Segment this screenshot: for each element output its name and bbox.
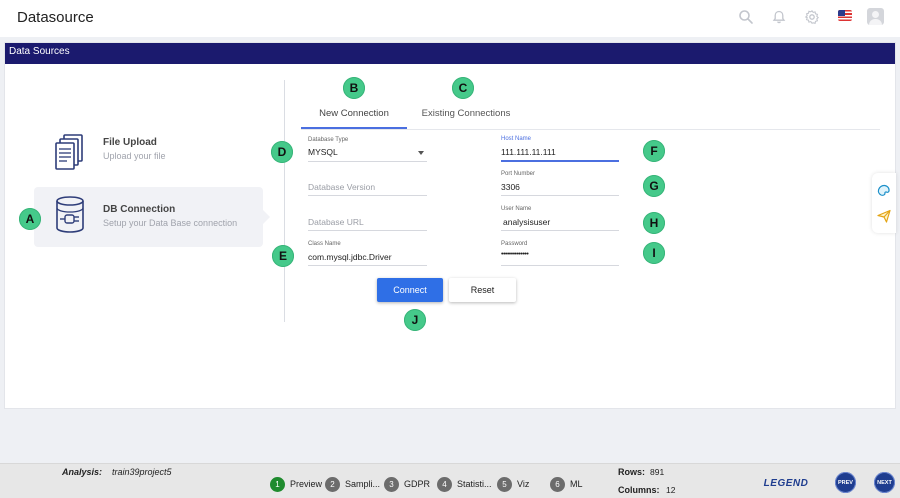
database-type-underline [308, 161, 427, 162]
source-file-upload[interactable]: File Upload Upload your file [34, 120, 263, 180]
step-number: 3 [384, 476, 399, 492]
marker-f: F [643, 140, 665, 162]
port-number-underline [501, 195, 619, 196]
us-flag-icon[interactable] [838, 10, 852, 21]
tab-new-connection[interactable]: New Connection [301, 104, 407, 129]
marker-g: G [643, 175, 665, 197]
class-name-label: Class Name [308, 241, 341, 247]
card-header: Data Sources [5, 43, 895, 64]
vertical-divider [284, 80, 285, 322]
top-bar: Datasource [0, 0, 900, 37]
database-url-input[interactable]: Database URL [308, 217, 364, 227]
columns-label: Columns: [618, 485, 660, 495]
source-db-connection[interactable]: DB Connection Setup your Data Base conne… [34, 187, 270, 247]
database-plug-icon [56, 196, 84, 233]
bottom-bar: Analysis: train39project5 1 Preview 2 Sa… [0, 463, 900, 498]
prev-button[interactable]: PREV [835, 472, 856, 493]
step-viz[interactable]: 5 Viz [497, 476, 529, 492]
step-gdpr[interactable]: 3 GDPR [384, 476, 430, 492]
step-statistics[interactable]: 4 Statisti... [437, 476, 492, 492]
columns-value: 12 [666, 485, 676, 495]
marker-b: B [343, 77, 365, 99]
legend-button[interactable]: LEGEND [764, 475, 808, 491]
marker-i: I [643, 242, 665, 264]
class-name-underline [308, 265, 427, 266]
step-label: Viz [517, 479, 530, 489]
marker-h: H [643, 212, 665, 234]
connect-button[interactable]: Connect [377, 278, 443, 302]
user-name-input[interactable]: analysisuser [503, 217, 550, 227]
step-label: Sampli... [345, 479, 381, 489]
app-title: Datasource [17, 9, 94, 26]
step-number: 2 [325, 476, 340, 492]
source-title: File Upload [103, 137, 157, 148]
database-type-select[interactable]: MYSQL [308, 147, 338, 157]
step-sampling[interactable]: 2 Sampli... [325, 476, 380, 492]
marker-a: A [19, 208, 41, 230]
database-version-input[interactable]: Database Version [308, 182, 375, 192]
marker-c: C [452, 77, 474, 99]
step-ml[interactable]: 6 ML [550, 476, 583, 492]
step-number: 5 [497, 476, 512, 492]
side-toolbar [872, 173, 896, 233]
tabs-underline [301, 129, 880, 130]
bell-icon[interactable] [771, 9, 787, 25]
file-stack-icon [55, 134, 83, 170]
port-number-input[interactable]: 3306 [501, 182, 520, 192]
source-title: DB Connection [103, 204, 176, 215]
reset-button[interactable]: Reset [449, 278, 516, 302]
chevron-down-icon[interactable] [418, 151, 424, 155]
search-icon[interactable] [738, 9, 754, 25]
password-input[interactable]: •••••••••••••• [501, 251, 529, 258]
step-label: GDPR [404, 479, 431, 489]
rows-value: 891 [650, 467, 665, 477]
class-name-input[interactable]: com.mysql.jdbc.Driver [308, 252, 392, 262]
database-type-label: Database Type [308, 137, 349, 143]
palette-icon[interactable] [876, 182, 892, 198]
tab-existing-connections[interactable]: Existing Connections [411, 104, 521, 129]
step-number: 1 [270, 476, 285, 492]
user-avatar-icon[interactable] [867, 8, 884, 25]
marker-j: J [404, 309, 426, 331]
analysis-value: train39project5 [112, 467, 172, 477]
send-icon[interactable] [876, 208, 892, 224]
marker-d: D [271, 141, 293, 163]
step-label: ML [570, 479, 583, 489]
port-number-label: Port Number [501, 171, 536, 177]
password-underline [501, 265, 619, 266]
host-name-underline [501, 160, 619, 162]
source-subtitle: Setup your Data Base connection [103, 218, 238, 228]
user-name-label: User Name [501, 206, 532, 212]
step-label: Preview [290, 479, 323, 489]
next-button[interactable]: NEXT [874, 472, 895, 493]
analysis-label: Analysis: [62, 467, 103, 477]
database-url-underline [308, 230, 427, 231]
source-subtitle: Upload your file [103, 151, 166, 161]
host-name-label: Host Name [501, 136, 532, 142]
marker-e: E [272, 245, 294, 267]
password-label: Password [501, 241, 528, 247]
gear-icon[interactable] [804, 9, 820, 25]
step-preview[interactable]: 1 Preview [270, 476, 322, 492]
rows-label: Rows: [618, 467, 645, 477]
step-label: Statisti... [457, 479, 492, 489]
database-version-underline [308, 195, 427, 196]
step-number: 6 [550, 476, 565, 492]
user-name-underline [501, 230, 619, 231]
host-name-input[interactable]: 111.111.11.111 [501, 147, 556, 157]
step-number: 4 [437, 476, 452, 492]
